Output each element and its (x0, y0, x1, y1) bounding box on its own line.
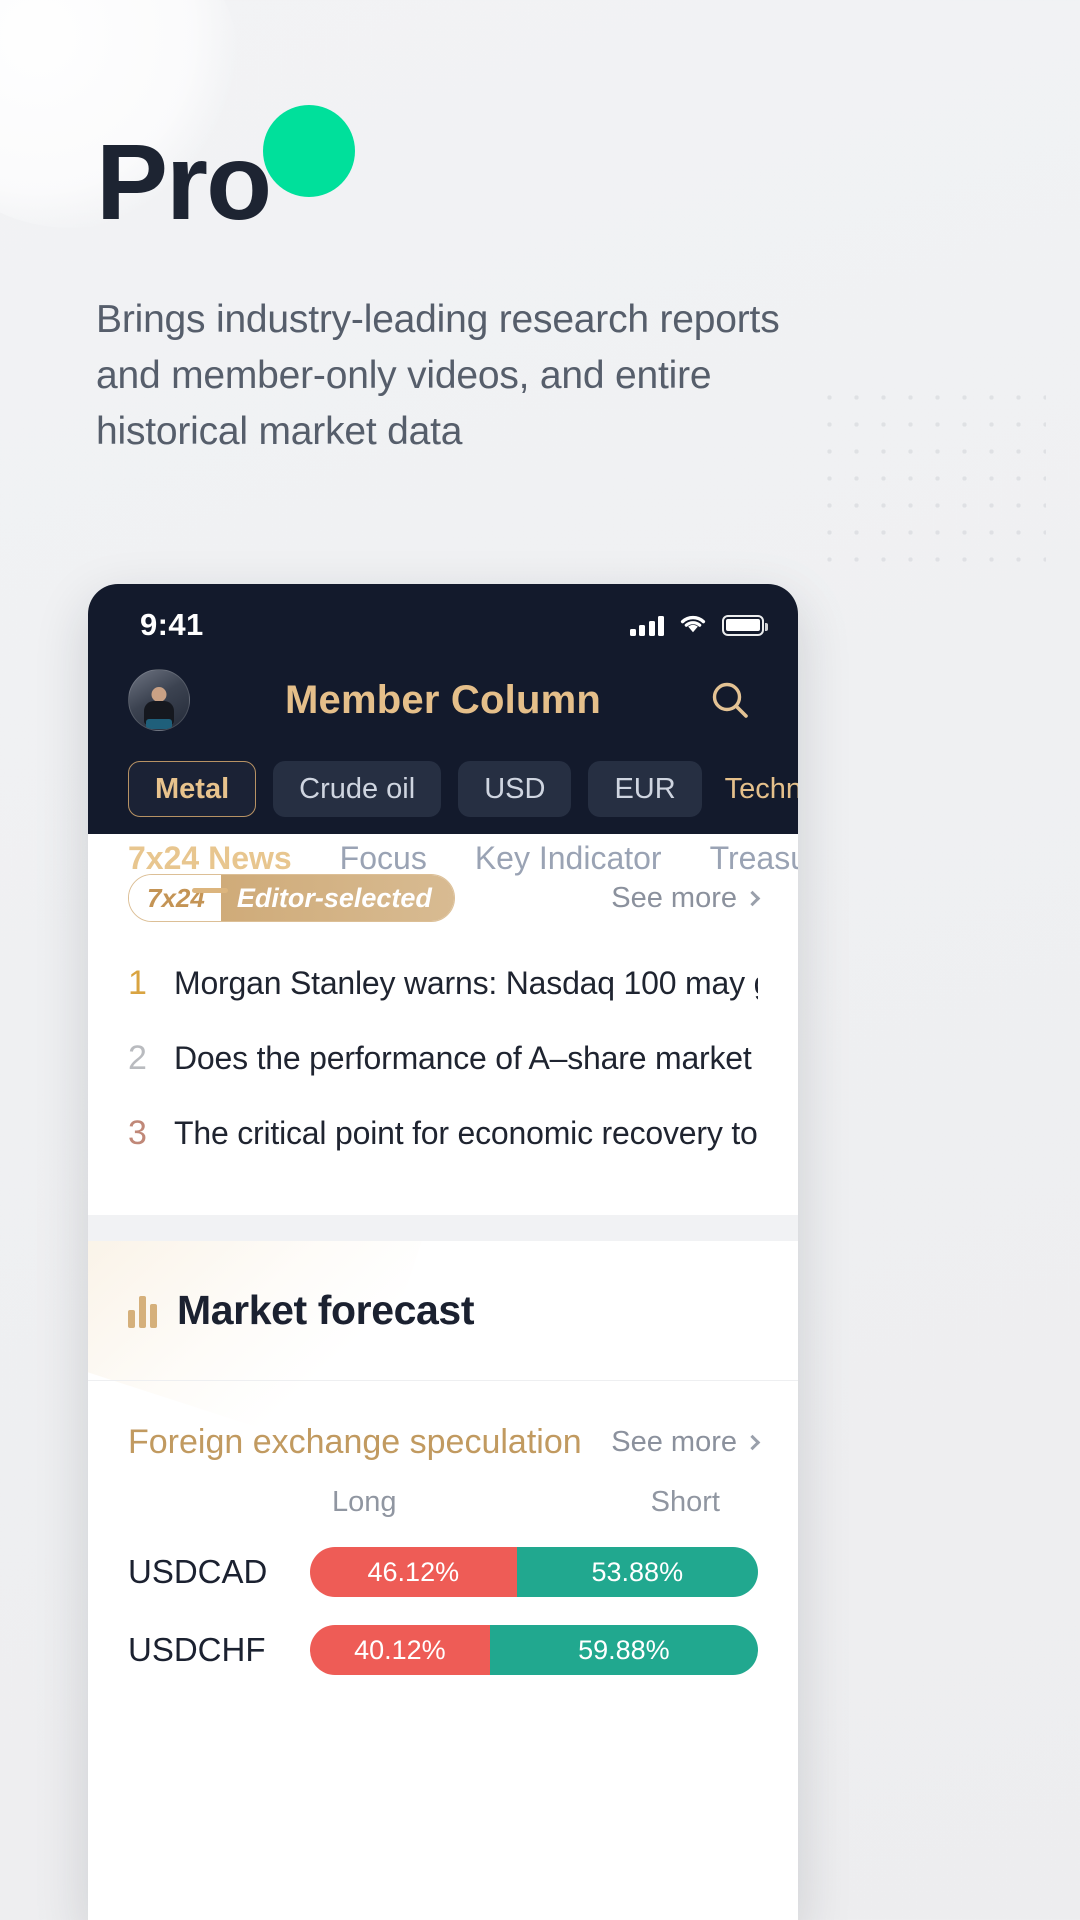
news-headline: Does the performance of A–share market a… (174, 1040, 758, 1076)
chip-metal[interactable]: Metal (128, 761, 257, 817)
fx-see-more-link[interactable]: See more (611, 1426, 761, 1459)
news-headline: Morgan Stanley warns: Nasdaq 100 may go … (174, 965, 758, 1001)
chip-label: Metal (155, 772, 230, 805)
chip-crude-oil[interactable]: Crude oil (273, 761, 442, 817)
status-icons (629, 612, 768, 639)
status-time: 9:41 (140, 607, 204, 642)
market-forecast-header: Market forecast (88, 1241, 798, 1381)
market-forecast-title: Market forecast (177, 1287, 475, 1333)
bar-chart-icon (128, 1294, 157, 1328)
filter-chips: Metal Crude oil USD EUR Technical (88, 740, 798, 826)
fx-short-segment: 59.88% (489, 1625, 758, 1675)
logo-accent-dot (263, 105, 355, 197)
news-rank: 2 (128, 1039, 147, 1077)
tab-7x24-news[interactable]: 7x24 News (128, 840, 292, 893)
tab-treasury-rate[interactable]: Treasury Rate (710, 840, 798, 893)
see-more-label: See more (611, 1426, 737, 1458)
fx-symbol: USDCHF (128, 1631, 266, 1668)
news-rank: 1 (128, 964, 147, 1002)
news-rank: 3 (128, 1114, 147, 1152)
search-icon[interactable] (702, 672, 758, 728)
fx-short-segment: 53.88% (516, 1547, 758, 1597)
logo-text: Pro (96, 121, 272, 242)
tab-key-indicator[interactable]: Key Indicator (475, 840, 662, 893)
app-header: 9:41 Member Column Metal Crude oil USD E… (88, 584, 798, 876)
phone-mockup: 9:41 Member Column Metal Crude oil USD E… (88, 584, 798, 1920)
chip-usd[interactable]: USD (458, 761, 572, 817)
table-row[interactable]: USDCAD 46.12% 53.88% (88, 1519, 798, 1597)
fx-legend: Long Short (88, 1462, 798, 1519)
chip-label: Crude oil (299, 772, 416, 805)
news-headline: The critical point for economic recovery… (174, 1115, 758, 1151)
list-item[interactable]: 3 The critical point for economic recove… (128, 1096, 758, 1171)
table-row[interactable]: USDCHF 40.12% 59.88% (88, 1597, 798, 1675)
signal-icon (629, 615, 664, 636)
fx-long-segment: 40.12% (310, 1625, 490, 1675)
chevron-right-icon (744, 1434, 761, 1451)
chip-label: USD (484, 772, 546, 805)
tab-focus[interactable]: Focus (340, 840, 427, 893)
fx-speculation-header: Foreign exchange speculation See more (88, 1381, 798, 1462)
page-title: Member Column (285, 677, 601, 722)
fx-legend-short: Short (650, 1486, 720, 1518)
tab-bar: 7x24 News Focus Key Indicator Treasury R… (88, 826, 798, 920)
fx-section-title: Foreign exchange speculation (128, 1423, 582, 1461)
news-list: 1 Morgan Stanley warns: Nasdaq 100 may g… (128, 946, 758, 1171)
hero-section: Pro Brings industry-leading research rep… (0, 0, 1080, 460)
chip-technical-dropdown[interactable]: Technical (719, 761, 798, 817)
chip-eur[interactable]: EUR (588, 761, 702, 817)
status-bar: 9:41 (88, 584, 798, 656)
app-header-row: Member Column (88, 656, 798, 740)
list-item[interactable]: 2 Does the performance of A–share market… (128, 1021, 758, 1096)
chip-label: Technical (724, 772, 798, 805)
hero-subtitle: Brings industry-leading research reports… (96, 298, 780, 453)
battery-icon (722, 614, 768, 636)
fx-sentiment-bar: 46.12% 53.88% (310, 1547, 758, 1597)
fx-sentiment-bar: 40.12% 59.88% (310, 1625, 758, 1675)
fx-legend-long: Long (332, 1486, 397, 1518)
fx-symbol: USDCAD (128, 1553, 268, 1590)
wifi-icon (678, 612, 708, 639)
fx-long-segment: 46.12% (310, 1547, 517, 1597)
list-item[interactable]: 1 Morgan Stanley warns: Nasdaq 100 may g… (128, 946, 758, 1021)
chip-label: EUR (614, 772, 676, 805)
avatar[interactable] (128, 669, 190, 731)
market-forecast-section: Market forecast Foreign exchange specula… (88, 1241, 798, 1675)
pro-logo: Pro (96, 105, 355, 242)
section-divider (88, 1215, 798, 1241)
